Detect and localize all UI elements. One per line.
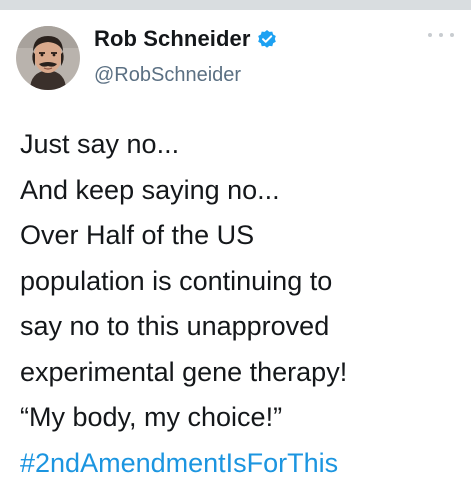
tweet-line: Over Half of the US bbox=[20, 220, 255, 250]
more-options-icon[interactable] bbox=[428, 30, 454, 40]
tweet-card: Rob Schneider @RobSchneider Just say no.… bbox=[0, 10, 471, 500]
display-name-row[interactable]: Rob Schneider bbox=[94, 26, 277, 52]
author-avatar[interactable] bbox=[16, 26, 80, 90]
tweet-line: population is continuing to bbox=[20, 265, 333, 296]
dot bbox=[450, 33, 454, 37]
dot bbox=[439, 33, 443, 37]
tweet-line: And keep saying no... bbox=[20, 174, 280, 205]
tweet-line: say no to this unapproved bbox=[20, 311, 330, 341]
top-strip bbox=[0, 0, 471, 10]
tweet-line: experimental gene therapy! bbox=[20, 356, 348, 387]
hashtag-link[interactable]: #2ndAmendmentIsForThis bbox=[20, 441, 465, 487]
display-name[interactable]: Rob Schneider bbox=[94, 26, 251, 52]
verified-badge-icon bbox=[257, 29, 277, 49]
author-handle[interactable]: @RobSchneider bbox=[94, 64, 241, 87]
tweet-text: Just say no... And keep saying no... Ove… bbox=[20, 122, 465, 486]
dot bbox=[428, 33, 432, 37]
tweet-line: Just say no... bbox=[20, 129, 180, 159]
tweet-line: “My body, my choice!” bbox=[20, 402, 283, 432]
avatar-photo bbox=[16, 26, 80, 90]
